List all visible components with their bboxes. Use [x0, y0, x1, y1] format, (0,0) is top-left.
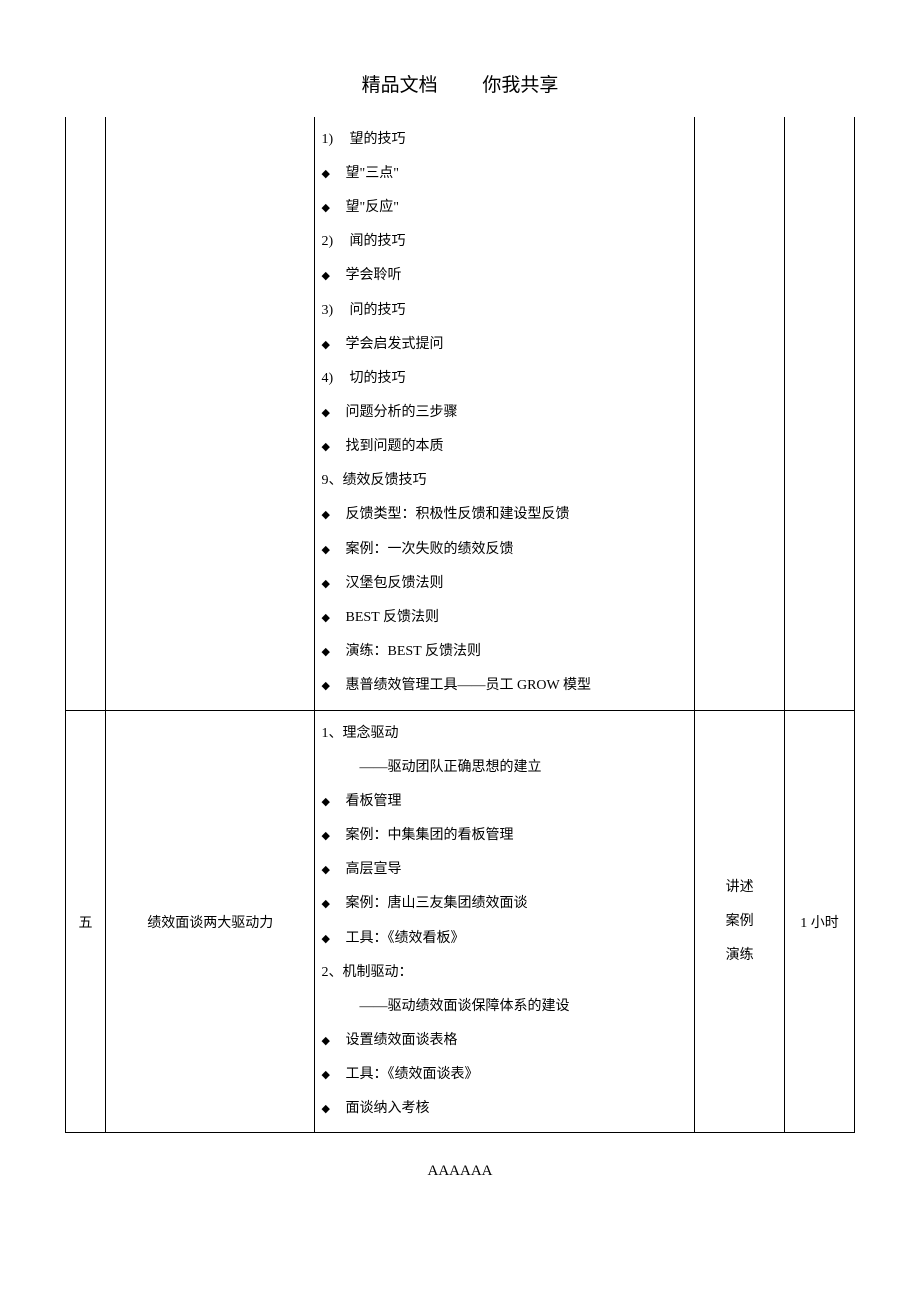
- diamond-bullet-icon: ◆: [321, 396, 345, 430]
- content-text: 案例：中集集团的看板管理: [345, 828, 513, 843]
- diamond-bullet-icon: ◆: [321, 1058, 345, 1092]
- content-text: 面谈纳入考核: [345, 1101, 429, 1116]
- method-line: 讲述: [701, 871, 778, 905]
- header-right: 你我共享: [482, 70, 558, 97]
- content-line: ◆学会聆听: [321, 259, 688, 293]
- list-number: 3): [321, 294, 349, 328]
- diamond-bullet-icon: ◆: [321, 853, 345, 887]
- content-text: 设置绩效面谈表格: [345, 1033, 457, 1048]
- content-text: 反馈类型：积极性反馈和建设型反馈: [345, 508, 569, 523]
- list-number: 4): [321, 362, 349, 396]
- content-text: 闻的技巧: [349, 234, 405, 249]
- content-text: 工具：《绩效看板》: [345, 931, 464, 946]
- method-cell: [695, 117, 785, 710]
- content-line: 1)望的技巧: [321, 123, 688, 157]
- content-text: 案例：一次失败的绩效反馈: [345, 542, 513, 557]
- time-cell: 1 小时: [785, 710, 855, 1133]
- content-line: 2、机制驱动：: [321, 956, 688, 990]
- content-line: ◆工具：《绩效面谈表》: [321, 1058, 688, 1092]
- content-text: 找到问题的本质: [345, 439, 443, 454]
- content-line: ◆望"三点": [321, 157, 688, 191]
- content-cell: 1、理念驱动——驱动团队正确思想的建立◆看板管理◆案例：中集集团的看板管理◆高层…: [315, 710, 695, 1133]
- index-cell: 五: [66, 710, 106, 1133]
- content-text: 望"三点": [345, 166, 398, 181]
- content-text: 学会聆听: [345, 269, 401, 284]
- table-row: 五 绩效面谈两大驱动力 1、理念驱动——驱动团队正确思想的建立◆看板管理◆案例：…: [66, 710, 855, 1133]
- content-text: 学会启发式提问: [345, 337, 443, 352]
- diamond-bullet-icon: ◆: [321, 191, 345, 225]
- diamond-bullet-icon: ◆: [321, 669, 345, 703]
- content-line: 4)切的技巧: [321, 362, 688, 396]
- content-line: ◆BEST 反馈法则: [321, 601, 688, 635]
- content-line: ◆工具：《绩效看板》: [321, 922, 688, 956]
- header-left: 精品文档: [362, 70, 438, 97]
- content-line: ◆面谈纳入考核: [321, 1092, 688, 1126]
- page-header: 精品文档 你我共享: [0, 0, 920, 117]
- index-cell: [66, 117, 106, 710]
- content-line: ◆案例：一次失败的绩效反馈: [321, 533, 688, 567]
- diamond-bullet-icon: ◆: [321, 785, 345, 819]
- content-text: 汉堡包反馈法则: [345, 576, 443, 591]
- time-cell: [785, 117, 855, 710]
- content-line: ◆设置绩效面谈表格: [321, 1024, 688, 1058]
- diamond-bullet-icon: ◆: [321, 567, 345, 601]
- content-line: 1、理念驱动: [321, 717, 688, 751]
- diamond-bullet-icon: ◆: [321, 635, 345, 669]
- content-text: 看板管理: [345, 794, 401, 809]
- method-line: 案例: [701, 905, 778, 939]
- diamond-bullet-icon: ◆: [321, 601, 345, 635]
- content-line: ◆案例：中集集团的看板管理: [321, 819, 688, 853]
- diamond-bullet-icon: ◆: [321, 819, 345, 853]
- content-line: ◆反馈类型：积极性反馈和建设型反馈: [321, 498, 688, 532]
- content-text: 望"反应": [345, 200, 398, 215]
- diamond-bullet-icon: ◆: [321, 157, 345, 191]
- content-text: 问的技巧: [349, 303, 405, 318]
- topic-cell: 绩效面谈两大驱动力: [105, 710, 315, 1133]
- content-text: 高层宣导: [345, 862, 401, 877]
- table-row: 1)望的技巧◆望"三点"◆望"反应"2)闻的技巧◆学会聆听3)问的技巧◆学会启发…: [66, 117, 855, 710]
- diamond-bullet-icon: ◆: [321, 887, 345, 921]
- content-line: ◆学会启发式提问: [321, 328, 688, 362]
- page-footer: AAAAAA: [0, 1133, 920, 1180]
- content-line: ◆演练：BEST 反馈法则: [321, 635, 688, 669]
- content-text: 望的技巧: [349, 132, 405, 147]
- diamond-bullet-icon: ◆: [321, 922, 345, 956]
- method-line: 演练: [701, 939, 778, 973]
- content-line: ◆汉堡包反馈法则: [321, 567, 688, 601]
- content-line: 3)问的技巧: [321, 294, 688, 328]
- content-line: ——驱动绩效面谈保障体系的建设: [321, 990, 688, 1024]
- topic-cell: [105, 117, 315, 710]
- content-line: ◆看板管理: [321, 785, 688, 819]
- diamond-bullet-icon: ◆: [321, 1092, 345, 1126]
- content-line: ——驱动团队正确思想的建立: [321, 751, 688, 785]
- diamond-bullet-icon: ◆: [321, 1024, 345, 1058]
- content-text: 问题分析的三步骤: [345, 405, 457, 420]
- list-number: 2): [321, 225, 349, 259]
- content-line: ◆找到问题的本质: [321, 430, 688, 464]
- content-line: ◆望"反应": [321, 191, 688, 225]
- content-table: 1)望的技巧◆望"三点"◆望"反应"2)闻的技巧◆学会聆听3)问的技巧◆学会启发…: [65, 117, 855, 1133]
- content-text: 案例：唐山三友集团绩效面谈: [345, 897, 527, 912]
- content-text: 惠普绩效管理工具——员工 GROW 模型: [345, 679, 591, 694]
- content-text: 演练：BEST 反馈法则: [345, 644, 480, 659]
- content-line: ◆问题分析的三步骤: [321, 396, 688, 430]
- content-text: BEST 反馈法则: [345, 610, 438, 625]
- content-text: 工具：《绩效面谈表》: [345, 1067, 478, 1082]
- content-line: ◆惠普绩效管理工具——员工 GROW 模型: [321, 669, 688, 703]
- content-text: 切的技巧: [349, 371, 405, 386]
- diamond-bullet-icon: ◆: [321, 430, 345, 464]
- content-line: 2)闻的技巧: [321, 225, 688, 259]
- diamond-bullet-icon: ◆: [321, 328, 345, 362]
- diamond-bullet-icon: ◆: [321, 259, 345, 293]
- content-cell: 1)望的技巧◆望"三点"◆望"反应"2)闻的技巧◆学会聆听3)问的技巧◆学会启发…: [315, 117, 695, 710]
- list-number: 1): [321, 123, 349, 157]
- diamond-bullet-icon: ◆: [321, 533, 345, 567]
- content-line: ◆高层宣导: [321, 853, 688, 887]
- method-cell: 讲述案例演练: [695, 710, 785, 1133]
- content-line: 9、绩效反馈技巧: [321, 464, 688, 498]
- content-line: ◆案例：唐山三友集团绩效面谈: [321, 887, 688, 921]
- diamond-bullet-icon: ◆: [321, 498, 345, 532]
